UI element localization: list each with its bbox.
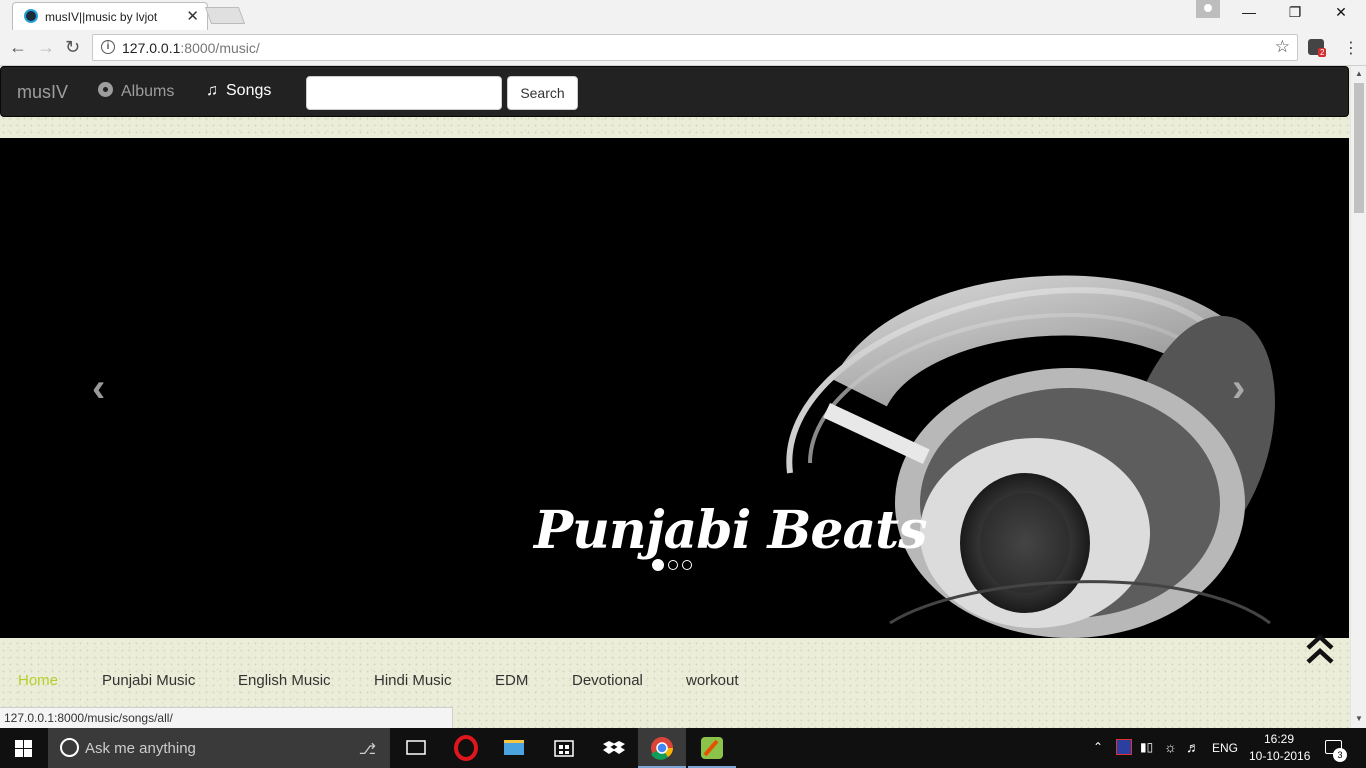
carousel-prev-icon[interactable]: ‹	[92, 366, 105, 411]
category-edm[interactable]: EDM	[495, 672, 528, 689]
close-window-icon[interactable]: ✕	[1318, 4, 1364, 21]
address-bar[interactable]: i 127.0.0.1:8000/music/ ☆	[92, 34, 1298, 61]
nav-albums-label: Albums	[121, 83, 175, 100]
notification-count: 3	[1333, 748, 1347, 762]
editor-app-icon[interactable]	[688, 728, 736, 768]
scroll-up-icon[interactable]: ▲	[1355, 69, 1363, 78]
carousel-dot-1[interactable]	[652, 559, 664, 571]
battery-icon[interactable]: ▮▯	[1140, 740, 1153, 754]
restore-icon[interactable]: ❐	[1272, 4, 1318, 21]
extension-badge: 2	[1318, 48, 1327, 57]
carousel-indicators	[652, 557, 696, 575]
volume-icon[interactable]: ♬	[1186, 739, 1200, 755]
link-status-bubble: 127.0.0.1:8000/music/songs/all/	[0, 707, 453, 728]
store-icon[interactable]	[540, 728, 588, 768]
windows-start-icon[interactable]	[15, 740, 33, 757]
site-navbar: musIV Albums ♫ Songs Search	[0, 66, 1349, 117]
category-workout[interactable]: workout	[686, 672, 739, 689]
category-punjabi-music[interactable]: Punjabi Music	[102, 672, 195, 689]
category-hindi-music[interactable]: Hindi Music	[374, 672, 452, 689]
new-tab-button[interactable]	[204, 7, 246, 24]
tab-close-icon[interactable]: ✕	[186, 7, 199, 25]
profile-icon[interactable]	[1196, 0, 1220, 18]
url-text: 127.0.0.1:8000/music/	[122, 40, 260, 56]
site-brand[interactable]: musIV	[17, 82, 68, 103]
back-to-top-icon[interactable]	[1306, 634, 1334, 666]
wifi-icon[interactable]: ☼	[1164, 739, 1177, 755]
cortana-placeholder: Ask me anything	[85, 740, 196, 757]
browser-tab[interactable]: musIV||music by lvjot ✕	[12, 2, 208, 30]
carousel-dot-2[interactable]	[668, 560, 678, 570]
task-view-icon[interactable]	[392, 728, 440, 768]
forward-arrow-icon[interactable]: →	[37, 37, 55, 58]
search-button[interactable]: Search	[507, 76, 578, 110]
hero-carousel: ‹ › Punjabi Beats	[0, 138, 1349, 638]
scroll-down-icon[interactable]: ▼	[1355, 714, 1363, 723]
site-favicon-icon	[24, 9, 38, 23]
category-english-music[interactable]: English Music	[238, 672, 331, 689]
clock-date[interactable]: 10-10-2016	[1249, 749, 1310, 763]
nav-albums[interactable]: Albums	[98, 82, 174, 101]
tray-overflow-icon[interactable]: ⌃	[1093, 740, 1103, 754]
minimize-icon[interactable]: —	[1226, 4, 1272, 20]
browser-toolbar: ← → ↻ i 127.0.0.1:8000/music/ ☆ 2 ⋮	[0, 30, 1366, 66]
tab-title: musIV||music by lvjot	[45, 10, 158, 24]
tray-app-icon[interactable]	[1116, 739, 1132, 755]
carousel-dot-3[interactable]	[682, 560, 692, 570]
category-nav: Home Punjabi Music English Music Hindi M…	[0, 672, 1349, 696]
cortana-search-box[interactable]: Ask me anything ⎇	[48, 728, 390, 768]
file-explorer-icon[interactable]	[490, 728, 538, 768]
search-input[interactable]	[306, 76, 502, 110]
language-indicator[interactable]: ENG	[1212, 741, 1238, 755]
bookmark-star-icon[interactable]: ☆	[1275, 37, 1290, 57]
microphone-icon[interactable]: ⎇	[359, 740, 376, 758]
cortana-icon	[60, 738, 79, 757]
nav-songs-label: Songs	[226, 82, 272, 99]
dropbox-icon[interactable]	[590, 728, 638, 768]
disc-icon	[98, 82, 113, 97]
category-home[interactable]: Home	[18, 672, 58, 689]
back-arrow-icon[interactable]: ←	[9, 37, 27, 58]
carousel-caption: Punjabi Beats	[534, 500, 927, 561]
scroll-thumb[interactable]	[1354, 83, 1364, 213]
opera-icon[interactable]	[442, 728, 490, 768]
nav-songs[interactable]: ♫ Songs	[206, 82, 271, 100]
carousel-next-icon[interactable]: ›	[1232, 366, 1245, 411]
page-scrollbar[interactable]: ▲ ▼	[1350, 66, 1366, 728]
music-note-icon: ♫	[206, 82, 218, 99]
site-info-icon[interactable]: i	[101, 40, 115, 54]
windows-taskbar: Ask me anything ⎇ ⌃ ▮▯ ☼ ♬ ENG 16:29 10-…	[0, 728, 1366, 768]
clock-time[interactable]: 16:29	[1264, 732, 1294, 746]
reload-icon[interactable]: ↻	[65, 37, 80, 58]
page-viewport: musIV Albums ♫ Songs Search ‹ › Punjabi …	[0, 66, 1350, 728]
chrome-icon[interactable]	[638, 728, 686, 768]
browser-tab-strip: musIV||music by lvjot ✕ — ❐ ✕	[0, 0, 1366, 30]
browser-menu-icon[interactable]: ⋮	[1343, 38, 1359, 58]
headphones-image	[786, 275, 1275, 638]
category-devotional[interactable]: Devotional	[572, 672, 643, 689]
